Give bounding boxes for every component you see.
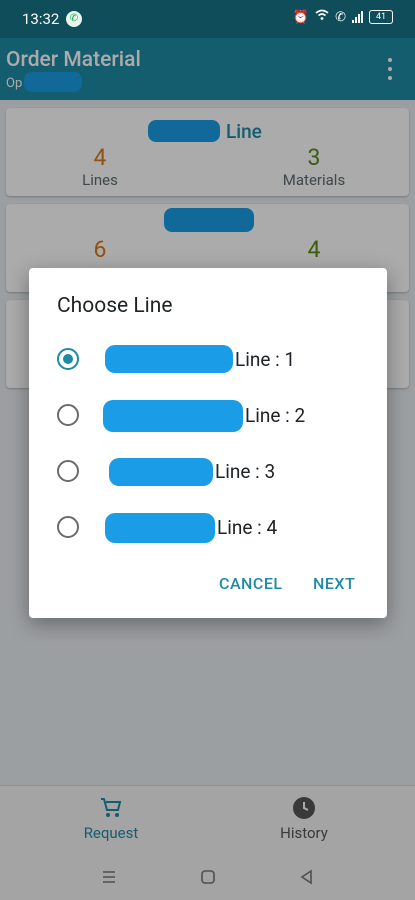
line-option-1[interactable]: Line : 1 — [57, 340, 357, 380]
line-option-3[interactable]: Line : 3 — [57, 452, 357, 492]
line-option-label: Line : 4 — [217, 516, 278, 539]
choose-line-dialog: Choose Line Line : 1 Line : 2 Line : 3 L… — [29, 268, 387, 618]
radio-button[interactable] — [57, 404, 79, 426]
redaction-mark — [105, 513, 215, 543]
line-option-label: Line : 1 — [235, 348, 296, 371]
status-time: 13:32 — [22, 10, 60, 28]
line-option-label: Line : 2 — [245, 404, 306, 427]
dialog-title: Choose Line — [57, 294, 173, 318]
status-icons: ⏰ ✆ 41 — [293, 9, 393, 25]
redaction-mark — [109, 458, 213, 486]
wifi-calling-icon: ✆ — [335, 9, 346, 25]
battery-icon: 41 — [369, 10, 393, 24]
wifi-icon — [315, 9, 329, 25]
line-option-label: Line : 3 — [215, 460, 276, 483]
line-option-4[interactable]: Line : 4 — [57, 508, 357, 548]
battery-level: 41 — [375, 12, 387, 22]
line-option-2[interactable]: Line : 2 — [57, 396, 357, 436]
next-button[interactable]: NEXT — [313, 574, 355, 593]
redaction-mark — [103, 400, 243, 432]
alarm-icon: ⏰ — [292, 9, 310, 25]
status-bar: 13:32 ✆ ⏰ ✆ 41 — [0, 0, 415, 38]
whatsapp-icon: ✆ — [66, 11, 82, 27]
radio-button[interactable] — [57, 460, 79, 482]
cancel-button[interactable]: CANCEL — [219, 574, 283, 593]
signal-icon — [352, 11, 363, 23]
redaction-mark — [105, 345, 233, 373]
radio-button[interactable] — [57, 516, 79, 538]
radio-button-selected[interactable] — [57, 348, 79, 370]
